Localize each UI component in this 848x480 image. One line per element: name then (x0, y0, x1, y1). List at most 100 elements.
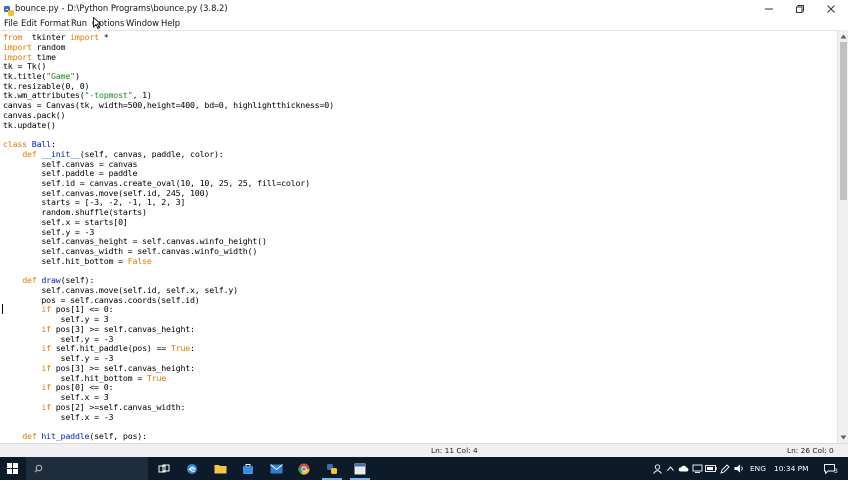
code-line: if pos[3] >= self.canvas_height: (3, 363, 195, 373)
code-line: tk = Tk() (3, 61, 46, 71)
code-token: self.paddle = paddle (3, 168, 138, 179)
maximize-button[interactable] (784, 0, 815, 17)
code-line: self.id = canvas.create_oval(10, 10, 25,… (3, 178, 310, 188)
code-token: False (127, 255, 152, 266)
tray-cloud-icon[interactable] (676, 457, 690, 480)
code-line: self.canvas.move(self.id, self.x, self.y… (3, 285, 238, 295)
line-column-status: Ln: 26 Col: 0 (787, 446, 834, 455)
tray-pen-icon[interactable] (718, 457, 732, 480)
tray-chevron-up-icon[interactable] (664, 457, 676, 480)
code-token: self.y = -3 (3, 353, 114, 364)
minimize-button[interactable] (753, 0, 784, 17)
code-line: self.paddle = paddle (3, 168, 137, 178)
idle-window-icon (354, 463, 366, 474)
code-line: self.hit_bottom = True (3, 372, 167, 383)
tray-volume-icon[interactable] (732, 457, 746, 480)
taskbar-app-edge[interactable] (180, 457, 204, 480)
tray-person-icon[interactable] (650, 457, 664, 480)
menu-file[interactable]: File (4, 18, 18, 29)
python-icon (327, 463, 337, 474)
taskbar-app-store[interactable] (236, 457, 260, 480)
menu-window[interactable]: Window (126, 18, 159, 29)
close-icon (826, 4, 835, 13)
code-editor[interactable]: from tkinter import * import random import… (0, 30, 837, 443)
cursor-position-status: Ln: 11 Col: 4 (431, 446, 478, 455)
scroll-up-arrow-icon[interactable] (839, 31, 848, 41)
python-idle-icon (3, 2, 15, 16)
taskbar-app-chrome[interactable] (292, 457, 316, 480)
tray-language[interactable]: ENG (750, 464, 766, 473)
code-token: (self, pos): (89, 430, 147, 441)
code-token: : (190, 343, 195, 354)
code-token: tk.wm_attributes( (3, 90, 85, 101)
code-line: self.canvas.move(self.id, 245, 100) (3, 188, 209, 198)
code-line: self.canvas_height = self.canvas.winfo_h… (3, 236, 267, 246)
code-token: if (41, 401, 51, 412)
store-icon (243, 463, 253, 474)
code-token: self.x = 3 (3, 392, 109, 402)
code-line: tk.update() (3, 120, 56, 130)
tray-battery-icon[interactable] (704, 457, 718, 480)
code-line: random.shuffle(starts) (3, 207, 147, 217)
code-line: if pos[1] <= 0: (3, 304, 113, 314)
code-token: self.y = 3 (3, 314, 109, 325)
mail-icon (269, 463, 283, 473)
menu-help[interactable]: Help (161, 18, 180, 29)
code-token: canvas = Canvas(tk, width=500,height=400… (3, 100, 334, 111)
code-token: if (41, 362, 51, 373)
tray-clock[interactable]: 10:34 PM (774, 464, 808, 473)
window-title: bounce.py - D:\Python Programs\bounce.py… (15, 3, 228, 13)
taskbar-search-box[interactable] (26, 457, 148, 480)
code-line: tk.wm_attributes("-topmost", 1) (3, 90, 152, 100)
code-line: self.x = starts[0] (3, 217, 128, 227)
code-token: import (3, 41, 32, 52)
code-token: random (31, 41, 66, 52)
code-token: self.y = -3 (3, 226, 95, 237)
menu-edit[interactable]: Edit (21, 18, 37, 29)
code-token: self.canvas_width = self.canvas.winfo_wi… (3, 246, 258, 257)
code-token: class (3, 139, 27, 149)
taskbar-app-mail[interactable] (264, 457, 288, 480)
taskbar-app-python[interactable] (320, 457, 344, 480)
code-token: "-topmost" (84, 90, 133, 101)
code-token: self.hit_paddle(pos) == (50, 343, 171, 354)
code-token: import (70, 32, 99, 42)
code-token: if (41, 343, 51, 354)
scroll-down-arrow-icon[interactable] (839, 432, 848, 442)
close-button[interactable] (815, 0, 846, 17)
vertical-scrollbar[interactable] (837, 30, 848, 443)
code-line: starts = [-3, -2, -1, 1, 2, 3] (3, 197, 185, 207)
tray-network-icon[interactable] (690, 457, 704, 480)
taskbar-app-idle[interactable] (348, 457, 372, 480)
code-line: self.canvas = canvas (3, 159, 137, 169)
code-token: ) (74, 70, 80, 81)
code-token: canvas.pack() (3, 109, 66, 120)
code-token: self.hit_bottom = (3, 372, 147, 383)
code-line: import time (3, 52, 56, 62)
search-icon (34, 464, 43, 473)
code-line: tk.resizable(0, 0) (3, 81, 90, 91)
menu-run[interactable]: Run (71, 18, 87, 29)
scrollbar-thumb[interactable] (840, 42, 847, 200)
code-token: (self, canvas, paddle, color): (79, 148, 224, 159)
minimize-icon (764, 8, 773, 9)
windows-logo-icon (6, 463, 18, 474)
status-bar: Ln: 11 Col: 4 Ln: 26 Col: 0 (0, 443, 848, 457)
code-token: def (22, 148, 37, 159)
start-button[interactable] (0, 457, 24, 480)
code-token: True (146, 372, 167, 383)
edge-icon (187, 463, 197, 474)
code-token: draw (41, 275, 61, 286)
taskbar-app-explorer[interactable] (208, 457, 232, 480)
code-token: self.x = starts[0] (3, 216, 128, 227)
menu-format[interactable]: Format (40, 18, 70, 29)
task-view-button[interactable] (152, 457, 176, 480)
code-token: time (31, 51, 56, 62)
code-token: self.canvas = canvas (3, 158, 138, 169)
code-line: if pos[0] <= 0: (3, 382, 113, 392)
